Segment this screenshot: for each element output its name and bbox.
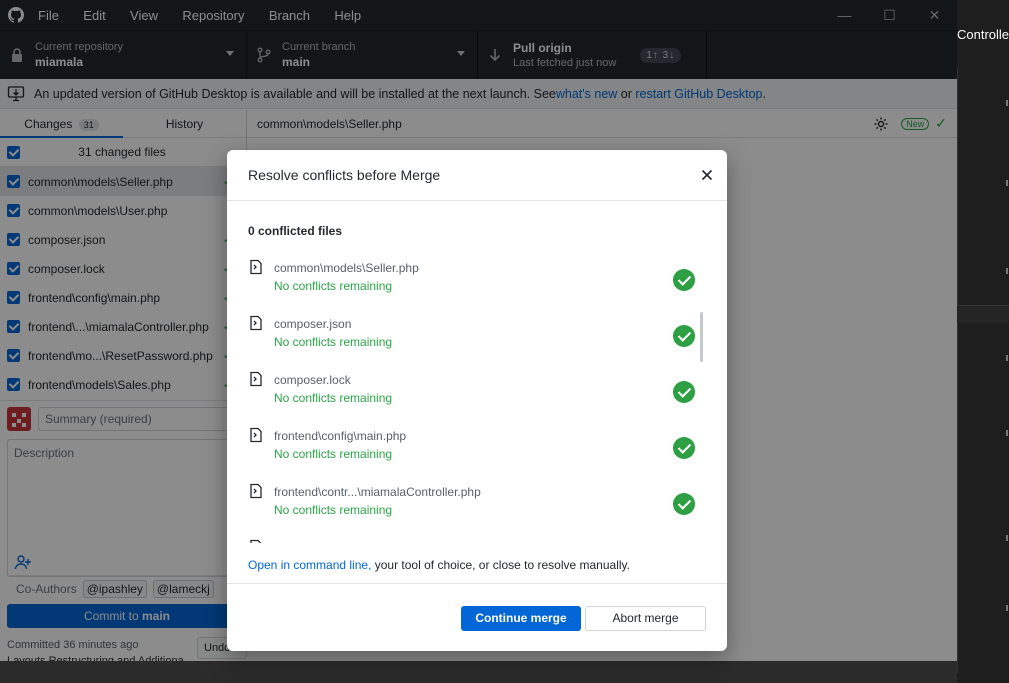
conflicted-files-count: 0 conflicted files — [248, 224, 343, 238]
conflict-file-status: No conflicts remaining — [274, 279, 393, 293]
check-circle-icon — [673, 493, 695, 515]
check-circle-icon — [673, 325, 695, 347]
conflict-file-list[interactable]: common\models\Seller.php No conflicts re… — [248, 251, 706, 543]
dialog-title: Resolve conflicts before Merge — [248, 167, 441, 183]
background-mark — [1006, 430, 1008, 436]
conflict-file-name: composer.lock — [274, 373, 351, 387]
dialog-footer: Continue merge Abort merge — [227, 583, 727, 651]
background-editor-separator — [957, 305, 1009, 323]
conflict-file-item: composer.lock No conflicts remaining — [248, 363, 706, 419]
background-editor-gutter — [957, 68, 1003, 673]
background-mark — [1006, 268, 1008, 274]
file-diff-icon — [250, 315, 262, 331]
continue-merge-button[interactable]: Continue merge — [461, 606, 581, 631]
background-mark — [1006, 605, 1008, 611]
conflict-file-status: No conflicts remaining — [274, 503, 393, 517]
conflict-file-name: composer.json — [274, 317, 352, 331]
file-diff-icon — [250, 259, 262, 275]
background-taskbar — [0, 661, 957, 683]
background-mark — [1006, 535, 1008, 541]
file-diff-icon — [250, 483, 262, 499]
file-diff-icon — [250, 371, 262, 387]
resolve-conflicts-dialog: Resolve conflicts before Merge 0 conflic… — [227, 150, 727, 651]
conflict-file-name: frontend\contr...\miamalaController.php — [274, 485, 481, 499]
background-mark — [1006, 355, 1008, 361]
conflict-file-item: composer.json No conflicts remaining — [248, 307, 706, 363]
abort-merge-button[interactable]: Abort merge — [585, 606, 706, 631]
conflict-file-name: frontend\config\main.php — [274, 429, 407, 443]
dialog-body: 0 conflicted files common\models\Seller.… — [227, 201, 727, 583]
dialog-header: Resolve conflicts before Merge — [227, 150, 727, 201]
conflict-file-status: No conflicts remaining — [274, 335, 393, 349]
conflict-file-status: No conflicts remaining — [274, 447, 393, 461]
background-mark — [1006, 100, 1008, 106]
check-circle-icon — [673, 437, 695, 459]
resolve-hint: Open in command line, your tool of choic… — [248, 558, 630, 572]
file-diff-icon — [250, 539, 262, 543]
conflict-file-item: common\models\Seller.php No conflicts re… — [248, 251, 706, 307]
check-circle-icon — [673, 381, 695, 403]
background-editor: Controlle — [957, 0, 1009, 683]
background-editor-tab: Controlle — [957, 27, 1009, 42]
background-mark — [1006, 180, 1008, 186]
conflict-file-name: common\models\Seller.php — [274, 261, 419, 275]
list-scrollbar[interactable] — [700, 312, 703, 362]
resolve-hint-text: your tool of choice, or close to resolve… — [371, 558, 630, 572]
file-diff-icon — [250, 427, 262, 443]
conflict-file-item: frontend\config\main.php No conflicts re… — [248, 419, 706, 475]
close-icon[interactable] — [699, 167, 715, 183]
conflict-file-item-partial — [248, 531, 706, 543]
check-circle-icon — [673, 269, 695, 291]
open-command-line-link[interactable]: Open in command line, — [248, 558, 371, 572]
conflict-file-status: No conflicts remaining — [274, 391, 393, 405]
conflict-file-item: frontend\contr...\miamalaController.php … — [248, 475, 706, 531]
